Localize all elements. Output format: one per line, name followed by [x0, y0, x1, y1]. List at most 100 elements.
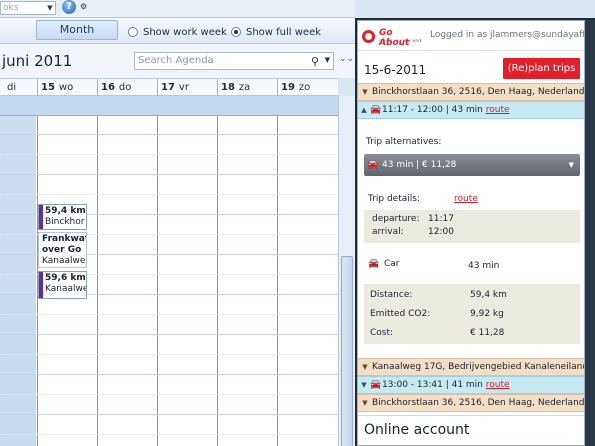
route-link-text[interactable]: route	[454, 194, 478, 204]
half-hour-line	[0, 194, 338, 195]
panel-scrollbar[interactable]	[585, 20, 595, 446]
collapse-triangle-icon: ▼	[362, 399, 368, 407]
hour-line	[0, 134, 338, 135]
day-name: di	[7, 82, 17, 93]
day-header-di[interactable]: di	[0, 79, 37, 97]
trip-route-link[interactable]: route	[486, 380, 510, 390]
day-number: 17	[161, 82, 175, 93]
address-text: Binckhorstlaan 36, 2516, Den Haag, Neder…	[372, 398, 585, 408]
day-name: zo	[298, 82, 311, 93]
trip-alternative-select[interactable]: 🚘 43 min | € 11,28 ▼	[364, 154, 580, 176]
show-work-week-radio[interactable]: Show work week	[128, 25, 227, 39]
day-name: za	[238, 82, 251, 93]
online-account-section[interactable]: Online account	[358, 415, 584, 445]
help-icon[interactable]: ?	[62, 0, 76, 14]
appointment-title: Frankwat	[42, 234, 87, 244]
appointment-title-cont: over Go	[42, 245, 82, 255]
show-full-week-label: Show full week	[246, 26, 322, 38]
half-hour-line	[0, 434, 338, 435]
screen: oks ▼ ? ⚙ Month Show work week Show full…	[0, 0, 595, 446]
trip-row-2[interactable]: ▼ 🚘13:00 - 13:41 | 41 min route	[358, 376, 584, 394]
address-row-stop3[interactable]: ▼ Binckhorstlaan 36, 2516, Den Haag, Nede…	[358, 394, 585, 412]
day-column[interactable]	[157, 116, 217, 446]
mode-row: 🚘 Car 43 min	[358, 259, 584, 275]
half-hour-line	[0, 154, 338, 155]
address-text: Binckhorstlaan 36, 2516, Den Haag, Neder…	[372, 87, 585, 97]
car-icon: 🚘	[368, 259, 380, 269]
arrival-label: arrival:	[372, 227, 404, 237]
radio-on-icon	[231, 27, 241, 37]
panel-date: 15-6-2011	[364, 63, 427, 77]
appointment-meeting[interactable]: Frankwat over Go Kanaalwe	[38, 232, 87, 268]
day-header-wo[interactable]: 15 wo	[37, 79, 97, 97]
appointment-location: Binckhor	[45, 217, 85, 227]
calendar-scrollbar[interactable]	[338, 96, 355, 446]
trip-stats-box: Distance: 59,4 km Emitted CO2: 9,92 kg C…	[364, 284, 580, 344]
distance-value: 59,4 km	[470, 290, 507, 300]
departure-value: 11:17	[428, 214, 454, 224]
day-header-zo[interactable]: 19 zo	[277, 79, 338, 97]
day-name: vr	[178, 82, 189, 93]
cost-value: € 11,28	[470, 328, 505, 338]
view-bar: Month Show work week Show full week	[0, 18, 355, 44]
scrollbar-thumb[interactable]	[341, 256, 353, 446]
cost-label: Cost:	[370, 328, 394, 338]
half-hour-line	[0, 314, 338, 315]
expand-chevron-icon[interactable]: ⌄⌄	[339, 54, 354, 64]
panel-header: Go About makes your day work Logged in a…	[358, 21, 584, 51]
appointment-trip-2[interactable]: 59,6 km t Kanaalwe	[38, 271, 87, 299]
day-column[interactable]	[97, 116, 157, 446]
all-day-row[interactable]	[0, 96, 338, 116]
time-gutter-lower	[0, 294, 36, 446]
trip-row-1[interactable]: ▲ 🚘11:17 - 12:00 | 43 min route	[358, 101, 584, 119]
day-number: 18	[221, 82, 235, 93]
logo-tagline: makes your day work	[379, 38, 422, 43]
trip-route-link[interactable]: route	[486, 105, 510, 115]
radio-off-icon	[128, 27, 138, 37]
ribbon-strip: oks ▼ ? ⚙	[0, 0, 355, 18]
co2-value: 9,92 kg	[470, 309, 504, 319]
appointment-color-bar	[39, 272, 43, 298]
online-account-heading: Online account	[364, 422, 470, 438]
customize-toolbar-icon[interactable]: ⚙	[80, 2, 90, 14]
appointment-title: 59,4 km t	[45, 206, 86, 216]
expand-triangle-icon: ▼	[361, 381, 367, 389]
day-name: do	[118, 82, 132, 93]
chevron-down-icon: ▼	[568, 161, 574, 169]
hour-line	[0, 374, 338, 375]
tab-month[interactable]: Month	[36, 20, 118, 40]
departure-label: departure:	[372, 214, 420, 224]
chevron-down-icon[interactable]: ▼	[325, 56, 330, 64]
day-header-vr[interactable]: 17 vr	[157, 79, 217, 97]
collapse-triangle-icon: ▼	[362, 88, 368, 96]
day-header-do[interactable]: 16 do	[97, 79, 157, 97]
search-icon[interactable]: ⚲	[311, 55, 319, 68]
replan-trips-button[interactable]: (Re)plan trips	[503, 58, 580, 79]
arrival-value: 12:00	[428, 227, 454, 237]
appointment-color-bar	[39, 205, 43, 229]
day-column[interactable]	[277, 116, 338, 446]
departure-arrival-box: departure: 11:17 arrival: 12:00	[364, 210, 580, 243]
collapse-up-triangle-icon: ▲	[361, 106, 367, 114]
hour-line	[0, 334, 338, 335]
day-header-za[interactable]: 18 za	[217, 79, 277, 97]
trip-details-route-link[interactable]: route	[454, 194, 478, 204]
calendar-grid[interactable]: 59,4 km t Binckhor Frankwat over Go Kana…	[0, 116, 338, 446]
agenda-search-input[interactable]: Search Agenda ⚲ ▼	[134, 52, 334, 70]
chevron-down-icon[interactable]: ▼	[44, 2, 56, 14]
day-name: wo	[58, 82, 74, 93]
address-row-origin[interactable]: ▼ Binckhorstlaan 36, 2516, Den Haag, Nede…	[358, 83, 585, 101]
appointment-trip-1[interactable]: 59,4 km t Binckhor	[38, 204, 87, 230]
day-header-row: di 15 wo 16 do 17 vr 18 za 19 zo	[0, 78, 338, 97]
alternative-value: 43 min | € 11,28	[382, 160, 457, 170]
car-icon: 🚘	[370, 105, 382, 115]
appointment-location: Kanaalwe	[42, 256, 86, 266]
show-work-week-label: Show work week	[143, 26, 227, 38]
day-column[interactable]	[217, 116, 277, 446]
address-row-stop2[interactable]: ▼ Kanaalweg 17G, Bedrijvengebied Kanalene…	[358, 358, 584, 376]
goabout-panel: Go About makes your day work Logged in a…	[357, 20, 585, 446]
show-full-week-radio[interactable]: Show full week	[231, 25, 321, 39]
day-number: 15	[41, 82, 55, 93]
trip-alternatives-label: Trip alternatives:	[366, 137, 442, 147]
agenda-search-placeholder: Search Agenda	[138, 55, 214, 66]
